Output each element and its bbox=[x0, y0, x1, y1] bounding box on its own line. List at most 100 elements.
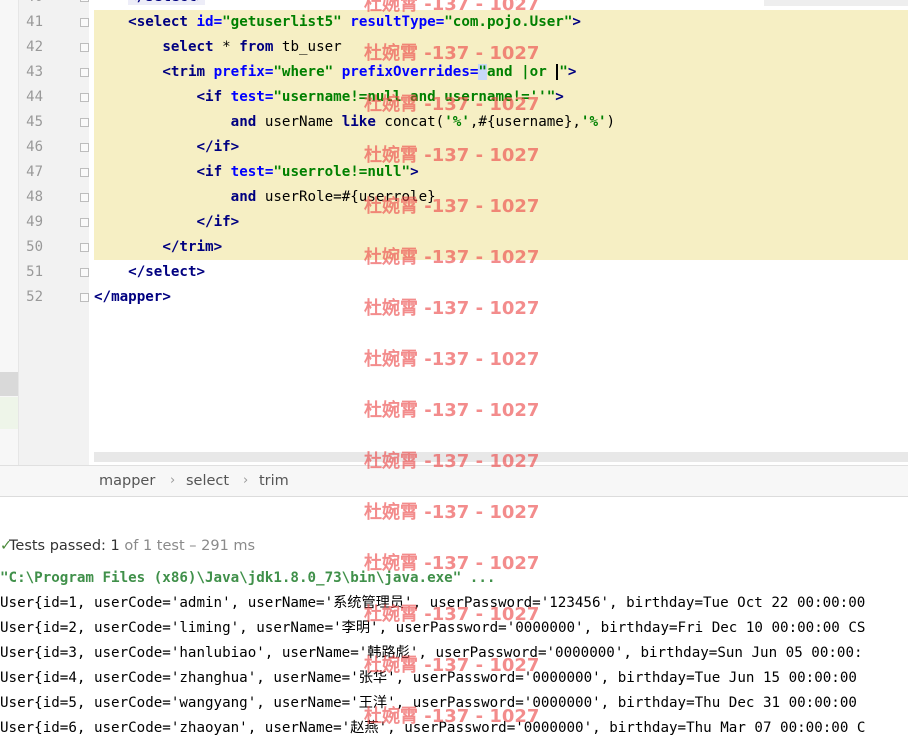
watermark: 杜婉霄 -137 - 1027 bbox=[364, 502, 540, 523]
breadcrumb-separator: › bbox=[170, 473, 176, 488]
breadcrumb-item-mapper[interactable]: mapper bbox=[99, 466, 155, 496]
code-token: ) bbox=[606, 114, 616, 130]
code-text: and userName like concat('%',#{username}… bbox=[94, 110, 908, 135]
line-number: 40 bbox=[19, 0, 43, 10]
code-lines: 40 </select> 41 <select id="getuserlist5"… bbox=[0, 0, 908, 310]
code-token: concat( bbox=[375, 114, 445, 130]
fold-marker-icon[interactable] bbox=[80, 18, 89, 27]
code-token: > bbox=[410, 164, 419, 180]
text-caret bbox=[556, 64, 559, 80]
code-token: from bbox=[239, 39, 274, 55]
test-status-text: Tests passed: 1 of 1 test – 291 ms bbox=[9, 532, 255, 560]
code-text: and userRole=#{userrole} bbox=[94, 185, 908, 210]
code-line[interactable]: 47 <if test="userrole!=null"> bbox=[0, 160, 908, 185]
code-line[interactable]: 48 and userRole=#{userrole} bbox=[0, 185, 908, 210]
fold-marker-icon[interactable] bbox=[80, 68, 89, 77]
line-number: 45 bbox=[26, 114, 43, 130]
tests-passed-count: 1 bbox=[110, 538, 120, 554]
test-status-bar: ✓ Tests passed: 1 of 1 test – 291 ms bbox=[0, 532, 908, 560]
console-output-line: User{id=4, userCode='zhanghua', userName… bbox=[0, 670, 857, 686]
code-token: </select> bbox=[128, 0, 206, 5]
code-editor[interactable]: 40 </select> 41 <select id="getuserlist5"… bbox=[0, 0, 908, 465]
line-number: 52 bbox=[26, 289, 43, 305]
code-token: and |or bbox=[486, 64, 556, 80]
line-number: 46 bbox=[26, 139, 43, 155]
code-line[interactable]: 50 </trim> bbox=[0, 235, 908, 260]
code-text: </trim> bbox=[94, 235, 908, 260]
fold-marker-icon[interactable] bbox=[80, 143, 89, 152]
fold-marker-icon[interactable] bbox=[80, 93, 89, 102]
code-token: '%' bbox=[444, 114, 470, 130]
code-line[interactable]: 41 <select id="getuserlist5" resultType=… bbox=[0, 10, 908, 35]
code-line[interactable]: 52 </mapper> bbox=[0, 285, 908, 310]
console-output-line: User{id=1, userCode='admin', userName='系… bbox=[0, 595, 866, 611]
fold-marker-icon[interactable] bbox=[80, 168, 89, 177]
line-number: 51 bbox=[26, 264, 43, 280]
code-token: and bbox=[230, 114, 257, 130]
breadcrumb-item-trim[interactable]: trim bbox=[259, 466, 289, 496]
code-token: > bbox=[572, 14, 581, 30]
line-number: 42 bbox=[26, 39, 43, 55]
code-token: <select bbox=[128, 14, 197, 30]
fold-marker-icon[interactable] bbox=[80, 193, 89, 202]
code-text: <trim prefix="where" prefixOverrides="an… bbox=[94, 60, 908, 85]
console-command-line: "C:\Program Files (x86)\Java\jdk1.8.0_73… bbox=[0, 570, 496, 586]
fold-marker-icon[interactable] bbox=[80, 268, 89, 277]
code-token: resultType= bbox=[350, 14, 445, 30]
code-token: "where" bbox=[273, 64, 334, 80]
console-output-line: User{id=2, userCode='liming', userName='… bbox=[0, 620, 866, 636]
breadcrumb-item-select[interactable]: select bbox=[186, 466, 229, 496]
code-token: " bbox=[559, 64, 568, 80]
code-token: like bbox=[341, 114, 376, 130]
fold-marker-icon[interactable] bbox=[80, 118, 89, 127]
line-number: 49 bbox=[26, 214, 43, 230]
code-line[interactable]: 51 </select> bbox=[0, 260, 908, 285]
window-edge bbox=[764, 0, 908, 6]
code-token: <trim bbox=[162, 64, 214, 80]
code-line[interactable]: 46 </if> bbox=[0, 135, 908, 160]
console-output-line: User{id=6, userCode='zhaoyan', userName=… bbox=[0, 720, 866, 736]
code-token: prefixOverrides= bbox=[341, 64, 479, 80]
code-text: <select id="getuserlist5" resultType="co… bbox=[94, 10, 908, 35]
code-line[interactable]: 45 and userName like concat('%',#{userna… bbox=[0, 110, 908, 135]
code-token: and bbox=[230, 189, 257, 205]
code-text: select * from tb_user bbox=[94, 35, 908, 60]
code-line[interactable]: 43 <trim prefix="where" prefixOverrides=… bbox=[0, 60, 908, 85]
code-token: </trim> bbox=[162, 239, 223, 255]
line-number: 48 bbox=[26, 189, 43, 205]
code-token: </if> bbox=[196, 214, 240, 230]
code-token: prefix= bbox=[213, 64, 274, 80]
code-line[interactable]: 44 <if test="username!=null and username… bbox=[0, 85, 908, 110]
fold-marker-icon[interactable] bbox=[80, 243, 89, 252]
code-token: "com.pojo.User" bbox=[444, 14, 573, 30]
code-token: <if bbox=[196, 164, 231, 180]
code-token: select bbox=[162, 39, 214, 55]
fold-marker-icon[interactable] bbox=[80, 43, 89, 52]
horizontal-scrollbar[interactable] bbox=[94, 452, 908, 462]
code-line[interactable]: 49 </if> bbox=[0, 210, 908, 235]
code-text: <if test="userrole!=null"> bbox=[94, 160, 908, 185]
code-text: </if> bbox=[94, 210, 908, 235]
code-token: ,#{username}, bbox=[469, 114, 581, 130]
breadcrumb-separator: › bbox=[243, 473, 249, 488]
code-line[interactable]: 42 select * from tb_user bbox=[0, 35, 908, 60]
fold-marker-icon[interactable] bbox=[80, 293, 89, 302]
code-token: " bbox=[478, 64, 487, 80]
code-token: '%' bbox=[580, 114, 607, 130]
code-text: </mapper> bbox=[94, 285, 908, 310]
code-token: "userrole!=null" bbox=[273, 164, 411, 180]
fold-marker-icon[interactable] bbox=[80, 0, 89, 2]
breadcrumb: mapper › select › trim bbox=[0, 465, 908, 497]
code-token: > bbox=[555, 89, 564, 105]
fold-marker-icon[interactable] bbox=[80, 218, 89, 227]
code-token: <if bbox=[196, 89, 231, 105]
